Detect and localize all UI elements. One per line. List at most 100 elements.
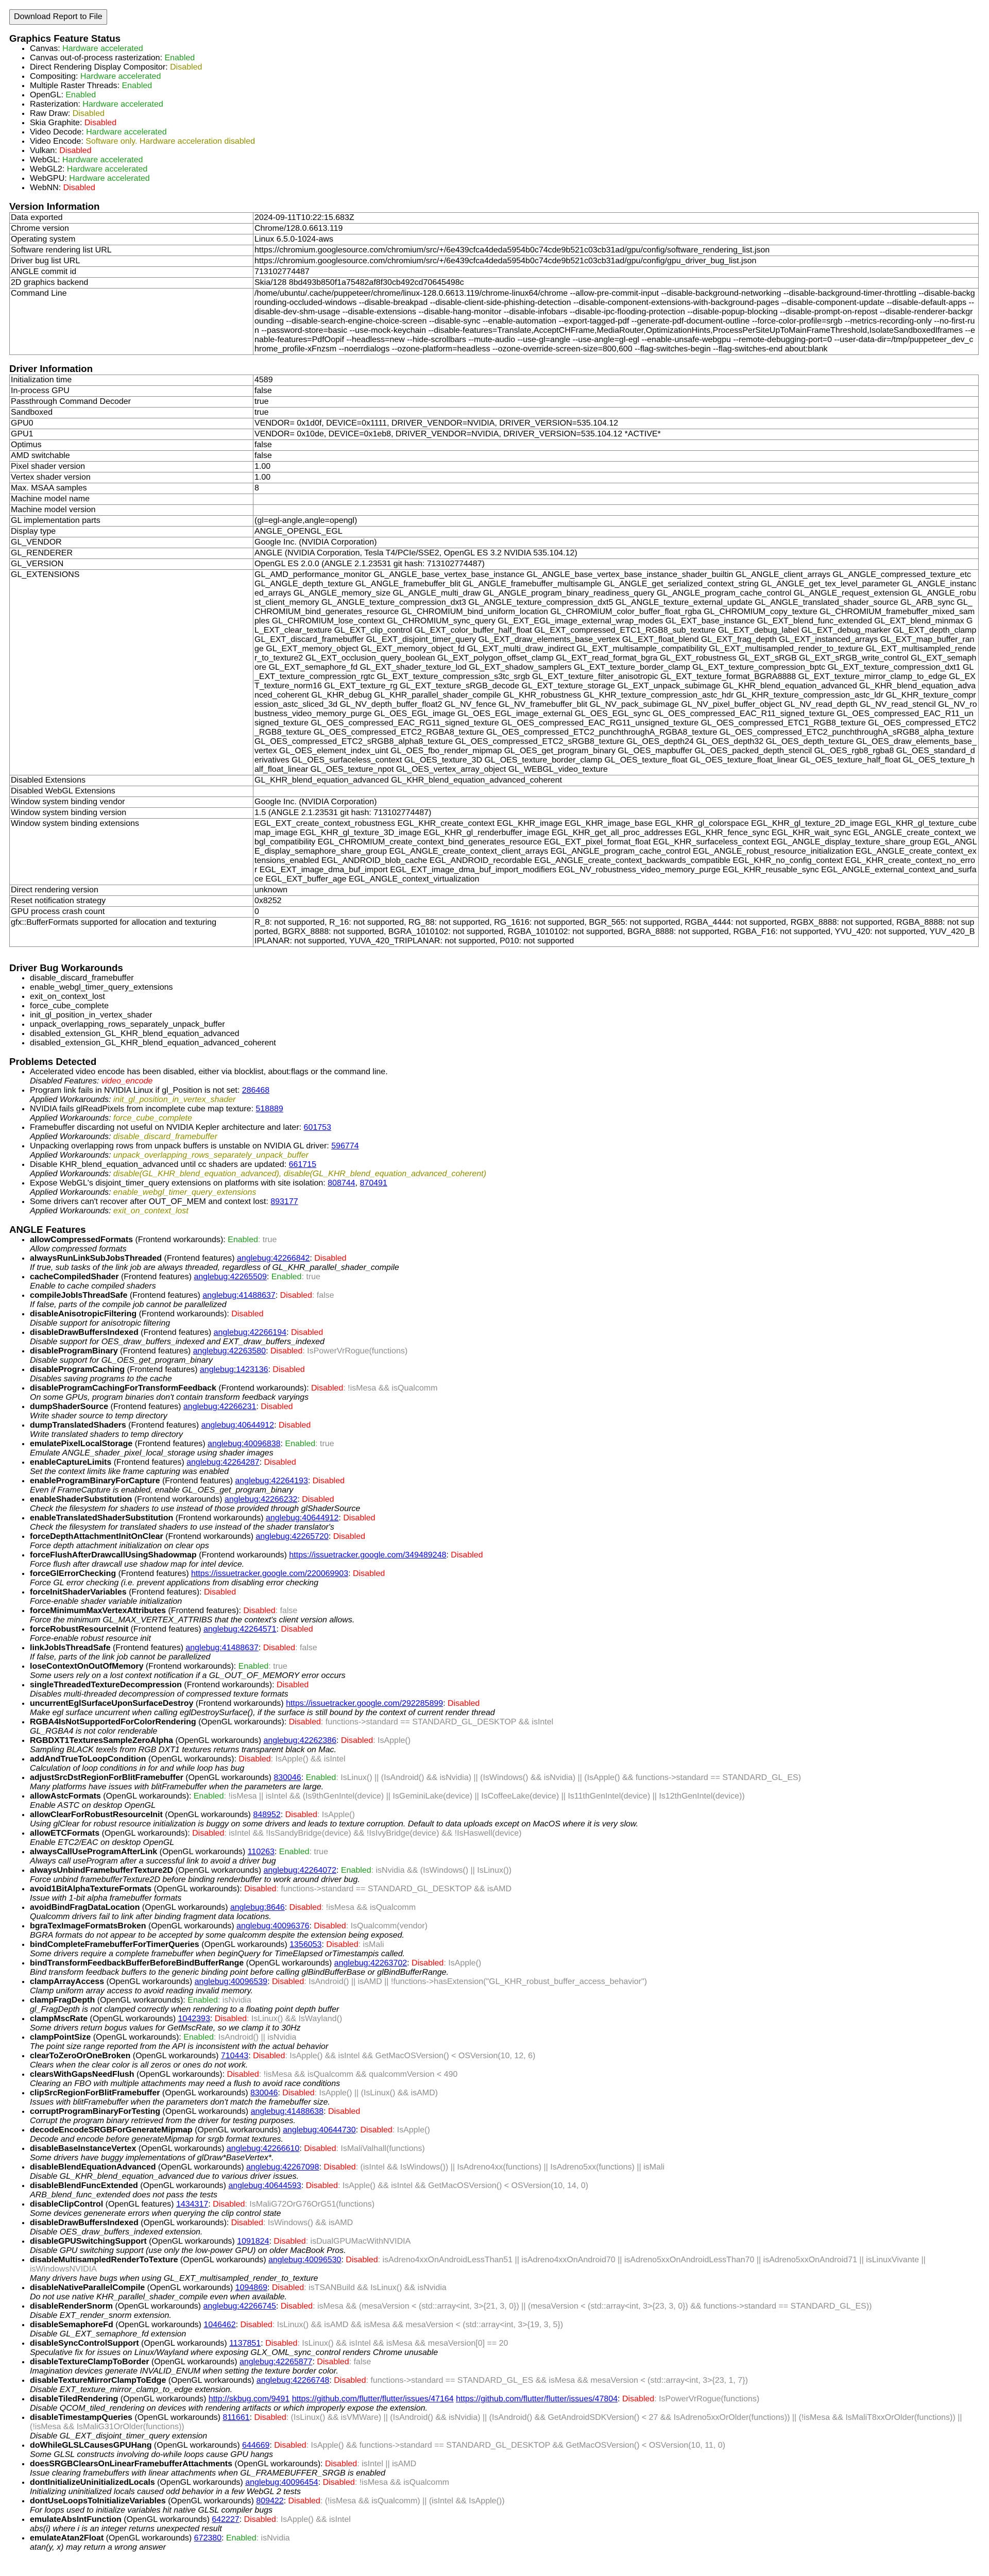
feature-description: Initializing uninitialized locals caused… <box>30 2487 301 2496</box>
bug-link[interactable]: 644669 <box>242 2441 269 2450</box>
feature-status-item: WebGL: Hardware accelerated <box>30 156 989 165</box>
bug-link[interactable]: https://github.com/flutter/flutter/issue… <box>456 2395 618 2403</box>
feature-status-item: WebGPU: Hardware accelerated <box>30 174 989 183</box>
bug-link[interactable]: http://skbug.com/9491 <box>209 2395 289 2403</box>
bug-link[interactable]: 1356053 <box>289 1940 321 1949</box>
angle-feature-item: alwaysUnbindFramebufferTexture2D (OpenGL… <box>30 1866 989 1885</box>
feature-label: Video Encode <box>30 137 81 146</box>
bug-link[interactable]: anglebug:42266842 <box>237 1254 310 1263</box>
bug-link[interactable]: 661715 <box>289 1160 316 1169</box>
feature-name: disableDrawBuffersIndexed <box>30 2218 139 2227</box>
bug-link[interactable]: anglebug:1423136 <box>200 1365 268 1374</box>
feature-label: Direct Rendering Display Compositor <box>30 63 166 72</box>
feature-description: Always call useProgram after a successfu… <box>30 1857 276 1866</box>
feature-name: clampArrayAccess <box>30 1977 105 1986</box>
bug-link[interactable]: anglebug:42266232 <box>225 1495 297 1504</box>
bug-link[interactable]: anglebug:42266194 <box>214 1328 286 1337</box>
bug-link[interactable]: anglebug:42264287 <box>186 1458 259 1467</box>
bug-link[interactable]: anglebug:40644912 <box>266 1514 338 1522</box>
bug-link[interactable]: anglebug:42266610 <box>227 2144 299 2153</box>
bug-link[interactable]: anglebug:42263702 <box>334 1959 407 1968</box>
bug-link[interactable]: 893177 <box>270 1197 298 1206</box>
feature-condition: : !isMesa && isQualcomm <box>343 1384 438 1393</box>
bug-link[interactable]: 710443 <box>221 2052 248 2060</box>
bug-link[interactable]: anglebug:42267098 <box>246 2163 319 2172</box>
feature-state: Enabled <box>228 1235 258 1244</box>
bug-link[interactable]: anglebug:41488637 <box>202 1291 275 1300</box>
feature-state: Disabled <box>304 2144 336 2153</box>
condition-text: functions->standard == STANDARD_GL_DESKT… <box>281 1885 512 1893</box>
bug-link[interactable]: anglebug:41488637 <box>185 1643 258 1652</box>
bug-link[interactable]: 518889 <box>255 1105 283 1113</box>
angle-feature-item: loseContextOnOutOfMemory (Frontend worka… <box>30 1662 989 1681</box>
bug-link[interactable]: 809422 <box>256 2497 283 2505</box>
bug-link[interactable]: 596774 <box>331 1142 359 1150</box>
bug-link[interactable]: 601753 <box>304 1123 331 1132</box>
bug-link[interactable]: 870491 <box>360 1179 387 1188</box>
bug-link[interactable]: 286468 <box>242 1086 269 1095</box>
bug-link[interactable]: 1137851 <box>229 2339 261 2348</box>
bug-link[interactable]: anglebug:42264193 <box>235 1477 308 1485</box>
feature-description: For loops used to initialize variables h… <box>30 2506 273 2515</box>
bug-link[interactable]: anglebug:40096454 <box>245 2478 318 2487</box>
bug-link[interactable]: anglebug:40096838 <box>208 1439 280 1448</box>
feature-name: enableCaptureLimits <box>30 1458 112 1467</box>
feature-condition: : isIntel && !IsSandyBridge(device) && !… <box>224 1829 522 1838</box>
bug-link[interactable]: https://issuetracker.google.com/22006990… <box>191 1569 348 1578</box>
bug-link[interactable]: anglebug:40096530 <box>268 2256 341 2264</box>
condition-text: isNvidia && (IsWindows() || IsLinux()) <box>376 1866 511 1875</box>
bug-link[interactable]: anglebug:41488638 <box>251 2107 323 2116</box>
bug-link[interactable]: https://issuetracker.google.com/34948924… <box>289 1551 446 1560</box>
bug-link[interactable]: anglebug:42266231 <box>183 1402 256 1411</box>
bug-link[interactable]: 1091824 <box>237 2237 269 2246</box>
bug-link[interactable]: anglebug:8646 <box>230 1903 285 1912</box>
bug-link[interactable]: anglebug:42265509 <box>194 1273 266 1281</box>
bug-link[interactable]: anglebug:42262386 <box>264 1736 336 1745</box>
bug-link[interactable]: anglebug:40644730 <box>283 2126 355 2134</box>
bug-link[interactable]: 830046 <box>274 1773 301 1782</box>
feature-state: Disabled <box>328 2107 361 2116</box>
bug-link[interactable]: anglebug:42264072 <box>264 1866 336 1875</box>
bug-link[interactable]: anglebug:40644593 <box>228 2181 301 2190</box>
feature-category: Frontend workarounds <box>141 1310 225 1318</box>
feature-condition: : IsApple() <box>444 1959 482 1968</box>
bug-link[interactable]: 672380 <box>194 2534 221 2543</box>
feature-state: Disabled <box>281 1625 313 1634</box>
row-key: Command Line <box>9 288 253 355</box>
feature-category: Frontend features <box>131 1588 197 1597</box>
bug-link[interactable]: anglebug:42263580 <box>193 1347 266 1355</box>
bug-link[interactable]: https://issuetracker.google.com/29228589… <box>286 1699 443 1708</box>
feature-state: Disabled <box>360 2126 393 2134</box>
feature-state: Disabled <box>253 2052 285 2060</box>
bug-link[interactable]: 1046462 <box>203 2320 235 2329</box>
bug-link[interactable]: 642227 <box>212 2515 239 2524</box>
feature-status-value: Disabled <box>59 146 92 155</box>
bug-link[interactable]: anglebug:42264571 <box>203 1625 276 1634</box>
bug-link[interactable]: 811661 <box>223 2413 249 2422</box>
bug-link[interactable]: anglebug:42265720 <box>255 1532 328 1541</box>
bug-link[interactable]: 1042393 <box>178 2014 210 2023</box>
angle-feature-item: clampArrayAccess (OpenGL workarounds) an… <box>30 1977 989 1996</box>
bug-link[interactable]: 1094869 <box>235 2283 267 2292</box>
feature-state: Disabled <box>280 2302 313 2311</box>
bug-link[interactable]: 848952 <box>253 1810 280 1819</box>
bug-link[interactable]: anglebug:40644912 <box>201 1421 274 1430</box>
bug-link[interactable]: https://github.com/flutter/flutter/issue… <box>292 2395 454 2403</box>
bug-link[interactable]: anglebug:40096376 <box>236 1922 309 1930</box>
bug-link[interactable]: 830046 <box>250 2089 278 2097</box>
bug-link[interactable]: 110263 <box>248 1848 275 1856</box>
feature-name: enableShaderSubstitution <box>30 1495 132 1504</box>
bug-link[interactable]: 808744 <box>328 1179 355 1188</box>
row-value: true <box>253 407 979 418</box>
bug-link[interactable]: anglebug:42266745 <box>203 2302 276 2311</box>
feature-description: Many drivers have bugs when using GL_EXT… <box>30 2274 318 2283</box>
condition-text: !isMesa && isQualcomm && qualcommVersion… <box>263 2070 458 2079</box>
bug-link[interactable]: anglebug:42265877 <box>240 2358 312 2366</box>
feature-state: Disabled <box>213 2200 245 2209</box>
bug-link[interactable]: anglebug:42266748 <box>257 2376 329 2385</box>
feature-name: forceDepthAttachmentInitOnClear <box>30 1532 163 1541</box>
bug-link[interactable]: anglebug:40096539 <box>195 1977 267 1986</box>
bug-link[interactable]: 1434317 <box>176 2200 208 2209</box>
download-report-button[interactable]: Download Report to File <box>9 9 107 25</box>
angle-feature-item: disableBlendFuncExtended (OpenGL workaro… <box>30 2181 989 2200</box>
